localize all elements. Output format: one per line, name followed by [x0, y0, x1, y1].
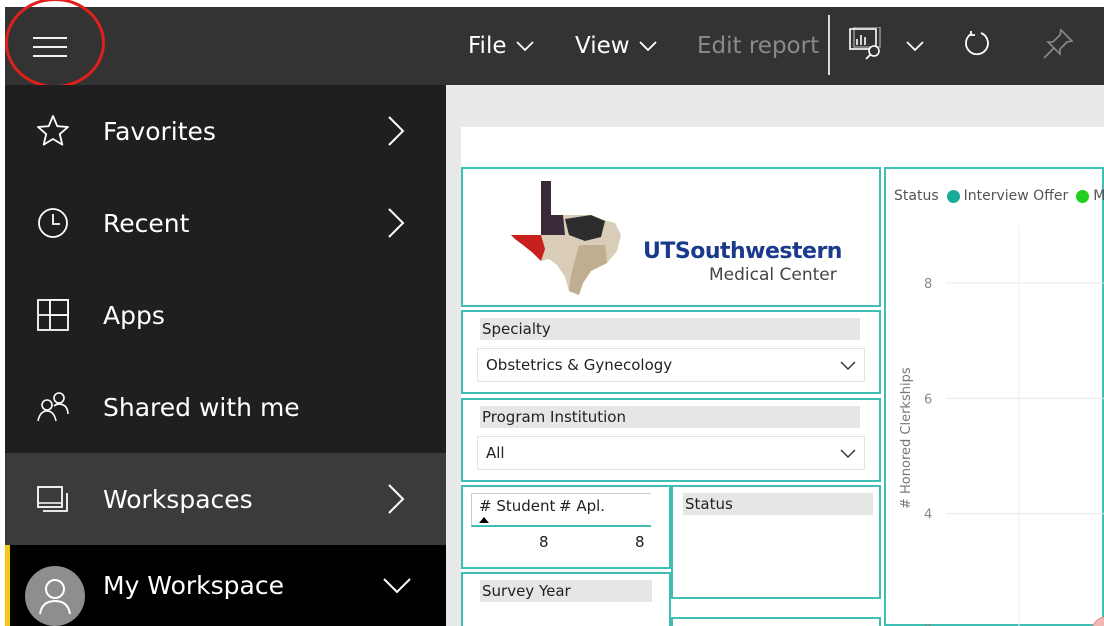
nav-label-my-workspace: My Workspace	[103, 571, 284, 600]
chevron-down-icon	[383, 577, 411, 593]
report-page-header	[461, 127, 881, 167]
scatter-point[interactable]	[1092, 616, 1104, 626]
specialty-slicer: Specialty Obstetrics & Gynecology	[461, 310, 881, 394]
report-canvas: UTSouthwestern Medical Center Specialty …	[446, 85, 1104, 626]
pin-icon[interactable]	[1041, 27, 1075, 61]
table-cell-student: 8	[539, 533, 549, 551]
chevron-down-icon	[840, 361, 856, 370]
program-institution-dropdown-value: All	[486, 444, 505, 462]
report-page: UTSouthwestern Medical Center Specialty …	[461, 127, 1104, 626]
nav-label-recent: Recent	[103, 208, 190, 238]
chevron-down-icon	[638, 41, 657, 52]
left-navigation-pane: Favorites Recent Apps Shared with me Wor…	[5, 85, 446, 626]
specialty-dropdown-value: Obstetrics & Gynecology	[486, 356, 673, 374]
avatar-icon	[25, 566, 85, 626]
toolbar-divider	[828, 15, 830, 75]
nav-label-shared-with-me: Shared with me	[103, 392, 300, 422]
nav-item-recent[interactable]: Recent	[5, 177, 446, 269]
edit-report-label: Edit report	[697, 33, 820, 59]
sort-ascending-icon	[479, 517, 489, 523]
chevron-down-icon	[840, 449, 856, 458]
status-slicer: Status	[671, 485, 881, 599]
specialty-dropdown[interactable]: Obstetrics & Gynecology	[477, 348, 865, 382]
nav-item-my-workspace[interactable]: My Workspace	[5, 545, 446, 626]
file-menu-button[interactable]: File	[468, 31, 535, 61]
y-axis-label: # Honored Clerkships	[899, 367, 914, 509]
program-institution-dropdown[interactable]: All	[477, 436, 865, 470]
file-menu-label: File	[468, 33, 507, 59]
survey-year-slicer: Survey Year	[461, 572, 671, 626]
hamburger-menu-icon[interactable]	[33, 34, 73, 60]
y-tick-label: 8	[924, 277, 932, 292]
chevron-right-icon	[388, 484, 405, 514]
survey-year-slicer-header: Survey Year	[480, 580, 652, 602]
logo-brand-text: UTSouthwestern	[643, 239, 842, 264]
scatter-chart[interactable]: Status Interview Offer Ma 8642 # Honored…	[884, 167, 1104, 626]
program-institution-slicer: Program Institution All	[461, 398, 881, 482]
nav-label-apps: Apps	[103, 300, 165, 330]
nav-item-favorites[interactable]: Favorites	[5, 85, 446, 177]
view-menu-button[interactable]: View	[575, 31, 658, 61]
chart-plot-area: 8642	[924, 225, 1104, 626]
star-icon	[37, 115, 69, 146]
table-cell-apl: 8	[635, 533, 645, 551]
chevron-down-icon	[515, 41, 534, 52]
top-bar: File View Edit report	[5, 7, 1104, 85]
texas-map-logo	[511, 181, 621, 295]
logo-tile: UTSouthwestern Medical Center	[461, 167, 881, 307]
clock-icon	[38, 208, 68, 238]
lower-slicer-tile	[671, 617, 881, 626]
chevron-right-icon	[388, 116, 405, 146]
table-header-student[interactable]: # Student	[479, 497, 555, 515]
chevron-right-icon	[388, 208, 405, 238]
workspaces-icon	[37, 486, 68, 512]
report-insights-icon[interactable]	[848, 27, 886, 61]
selected-accent-bar	[5, 545, 10, 626]
nav-label-favorites: Favorites	[103, 116, 216, 146]
nav-item-apps[interactable]: Apps	[5, 269, 446, 361]
nav-item-workspaces[interactable]: Workspaces	[5, 453, 446, 545]
refresh-icon[interactable]	[962, 29, 992, 59]
edit-report-button[interactable]: Edit report	[697, 31, 819, 61]
nav-item-shared-with-me[interactable]: Shared with me	[5, 361, 446, 453]
chevron-down-icon[interactable]	[905, 39, 925, 53]
status-slicer-header: Status	[683, 493, 873, 515]
apps-icon	[37, 299, 69, 331]
y-tick-label: 6	[924, 392, 932, 407]
view-menu-label: View	[575, 33, 630, 59]
nav-label-workspaces: Workspaces	[103, 484, 253, 514]
specialty-slicer-header: Specialty	[480, 318, 860, 340]
shared-people-icon	[37, 392, 69, 422]
logo-subtitle-text: Medical Center	[709, 265, 837, 285]
program-institution-slicer-header: Program Institution	[480, 406, 860, 428]
table-header-apl[interactable]: # Apl.	[559, 497, 605, 515]
student-count-table: # Student # Apl. 8 8	[461, 485, 671, 569]
y-tick-label: 4	[924, 508, 932, 523]
